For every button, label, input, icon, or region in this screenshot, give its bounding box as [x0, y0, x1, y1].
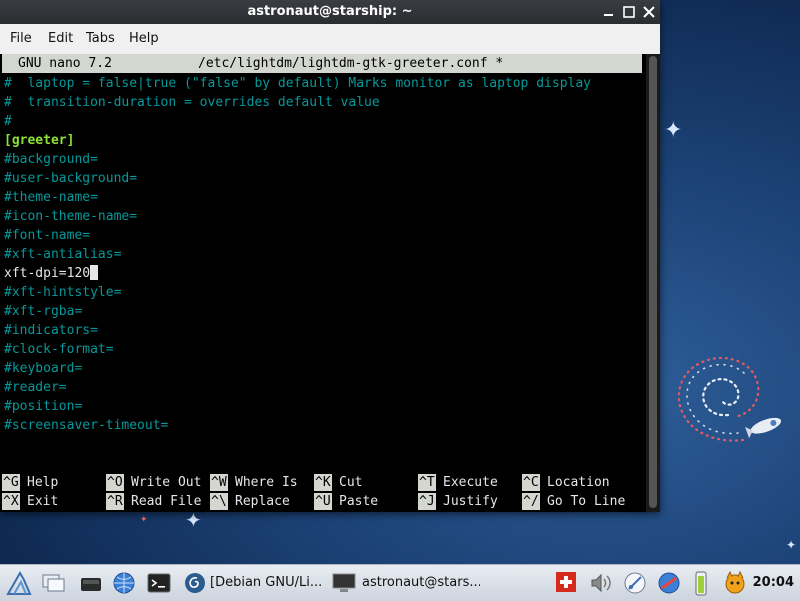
shortcut-replace[interactable]: Replace	[235, 493, 290, 510]
swiss-flag-keyboard-layout-icon[interactable]	[556, 572, 576, 592]
editor-line: #theme-name=	[4, 190, 98, 205]
menu-tabs[interactable]: Tabs	[86, 31, 115, 46]
debian-swirl-decoration	[677, 356, 782, 442]
shortcut-go-to-line[interactable]: Go To Line	[547, 493, 625, 510]
taskbar-task-terminal[interactable]: astronaut@stars...	[330, 568, 480, 598]
shortcut-key-read-file: ^R	[106, 493, 124, 510]
editor-line: #screensaver-timeout=	[4, 418, 169, 433]
monitor-icon	[332, 573, 356, 592]
editor-line: #position=	[4, 399, 83, 414]
editor-line: #reader=	[4, 380, 67, 395]
menu-help[interactable]: Help	[129, 31, 159, 46]
taskbar-task-label: [Debian GNU/Li...	[210, 575, 323, 590]
shortcut-key-write-out: ^O	[106, 474, 124, 491]
editor-line: #xft-hintstyle=	[4, 285, 122, 300]
debian-logo-icon	[185, 573, 205, 593]
editor-line: #	[4, 114, 12, 129]
nano-version: GNU nano 7.2	[18, 56, 112, 71]
scrollbar-thumb[interactable]	[649, 56, 657, 508]
editor-line: #xft-rgba=	[4, 304, 83, 319]
mascot-cat-icon[interactable]	[722, 570, 748, 596]
editor-line: #xft-antialias=	[4, 247, 122, 262]
taskbar-task-debian[interactable]: [Debian GNU/Li...	[182, 568, 324, 598]
shortcut-where-is[interactable]: Where Is	[235, 474, 298, 491]
minimize-icon[interactable]	[600, 3, 618, 21]
taskbar-clock[interactable]: 20:04	[753, 575, 794, 590]
terminal-scrollbar[interactable]	[646, 54, 660, 512]
editor-line-active[interactable]: xft-dpi=120	[4, 264, 99, 283]
shortcut-execute[interactable]: Execute	[443, 474, 498, 491]
shortcut-write-out[interactable]: Write Out	[131, 474, 201, 491]
shortcut-exit[interactable]: Exit	[27, 493, 58, 510]
editor-line: #keyboard=	[4, 361, 83, 376]
volume-icon[interactable]	[588, 570, 614, 596]
desktop-sparkle: ✦	[786, 538, 797, 552]
terminal-content[interactable]: GNU nano 7.2/etc/lightdm/lightdm-gtk-gre…	[0, 54, 646, 512]
nano-title-bar: GNU nano 7.2/etc/lightdm/lightdm-gtk-gre…	[2, 54, 642, 73]
taskbar: [Debian GNU/Li... astronaut@stars... 20:…	[0, 564, 800, 601]
shortcut-key-where-is: ^W	[210, 474, 228, 491]
web-browser-icon[interactable]	[111, 570, 137, 596]
shortcut-key-go-to-line: ^/	[522, 493, 540, 510]
editor-line: # transition-duration = overrides defaul…	[4, 95, 380, 110]
editor-line: # laptop = false|true ("false" by defaul…	[4, 76, 591, 91]
taskbar-task-label: astronaut@stars...	[362, 575, 480, 590]
shortcut-read-file[interactable]: Read File	[131, 493, 201, 510]
desktop-sparkle: ✦	[140, 515, 148, 525]
file-manager-icon[interactable]	[78, 570, 104, 596]
text-cursor	[90, 265, 99, 280]
shortcut-justify[interactable]: Justify	[443, 493, 498, 510]
shortcut-key-help: ^G	[2, 474, 20, 491]
battery-icon[interactable]	[692, 570, 710, 596]
editor-line-text: xft-dpi=120	[4, 266, 91, 281]
shortcut-key-justify: ^J	[418, 493, 436, 510]
shortcut-key-paste: ^U	[314, 493, 332, 510]
start-menu-icon[interactable]	[4, 568, 34, 598]
shortcut-paste[interactable]: Paste	[339, 493, 378, 510]
shortcut-key-replace: ^\	[210, 493, 228, 510]
editor-line: #font-name=	[4, 228, 91, 243]
editor-line: #clock-format=	[4, 342, 114, 357]
show-desktop-icon[interactable]	[40, 570, 66, 596]
close-icon[interactable]	[640, 3, 658, 21]
maximize-icon[interactable]	[620, 3, 638, 21]
desktop-sparkle: ✦	[664, 118, 683, 143]
shortcut-key-cut: ^K	[314, 474, 332, 491]
updates-globe-icon[interactable]	[656, 570, 682, 596]
nano-filename: /etc/lightdm/lightdm-gtk-greeter.conf *	[198, 56, 504, 71]
shortcut-help[interactable]: Help	[27, 474, 58, 491]
editor-line: #indicators=	[4, 323, 98, 338]
menu-edit[interactable]: Edit	[48, 31, 73, 46]
menu-file[interactable]: File	[10, 31, 32, 46]
network-icon[interactable]	[622, 570, 648, 596]
shortcut-key-exit: ^X	[2, 493, 20, 510]
editor-line: #user-background=	[4, 171, 138, 186]
shortcut-key-location: ^C	[522, 474, 540, 491]
shortcut-cut[interactable]: Cut	[339, 474, 362, 491]
editor-line: #icon-theme-name=	[4, 209, 138, 224]
shortcut-location[interactable]: Location	[547, 474, 610, 491]
terminal-launcher-icon[interactable]	[146, 570, 172, 596]
shortcut-key-execute: ^T	[418, 474, 436, 491]
menu-bar: File Edit Tabs Help	[0, 24, 660, 55]
window-title: astronaut@starship: ~	[247, 4, 413, 19]
window-titlebar[interactable]: astronaut@starship: ~	[0, 0, 660, 24]
editor-line: #background=	[4, 152, 98, 167]
editor-line-section: [greeter]	[4, 133, 75, 148]
terminal-window: astronaut@starship: ~ File Edit Tabs Hel…	[0, 0, 660, 512]
